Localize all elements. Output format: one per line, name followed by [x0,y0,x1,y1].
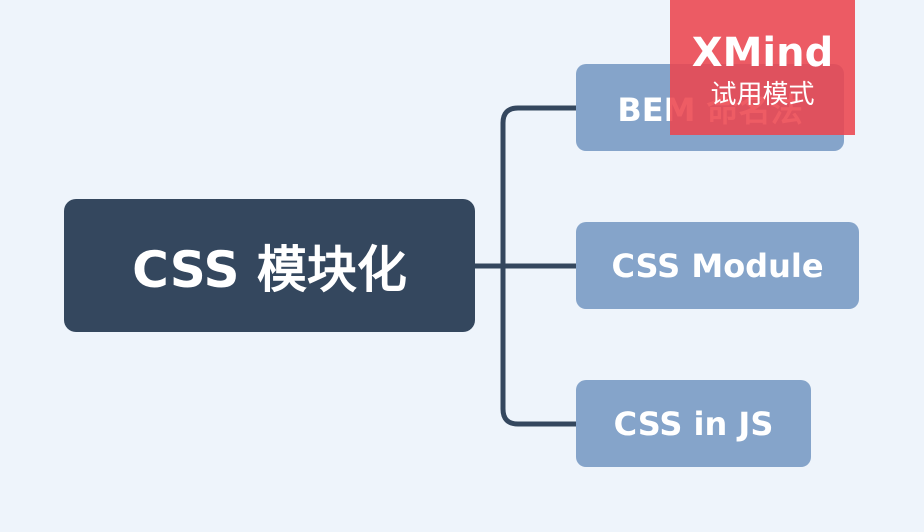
subtopic-label: CSS in JS [613,404,774,443]
watermark-mode: 试用模式 [710,79,815,110]
connector-branch-3 [500,266,576,427]
watermark-brand: XMind [691,29,834,76]
connector-branch-1 [500,105,576,266]
subtopic-label: CSS Module [611,246,824,285]
root-topic-label: CSS 模块化 [132,240,407,299]
mindmap-canvas: CSS 模块化 BEM 命名法 CSS Module CSS in JS XMi… [0,0,924,532]
root-topic[interactable]: CSS 模块化 [64,199,475,332]
trial-watermark: XMind 试用模式 [670,0,855,135]
subtopic-css-in-js[interactable]: CSS in JS [576,380,811,467]
subtopic-css-module[interactable]: CSS Module [576,222,859,309]
